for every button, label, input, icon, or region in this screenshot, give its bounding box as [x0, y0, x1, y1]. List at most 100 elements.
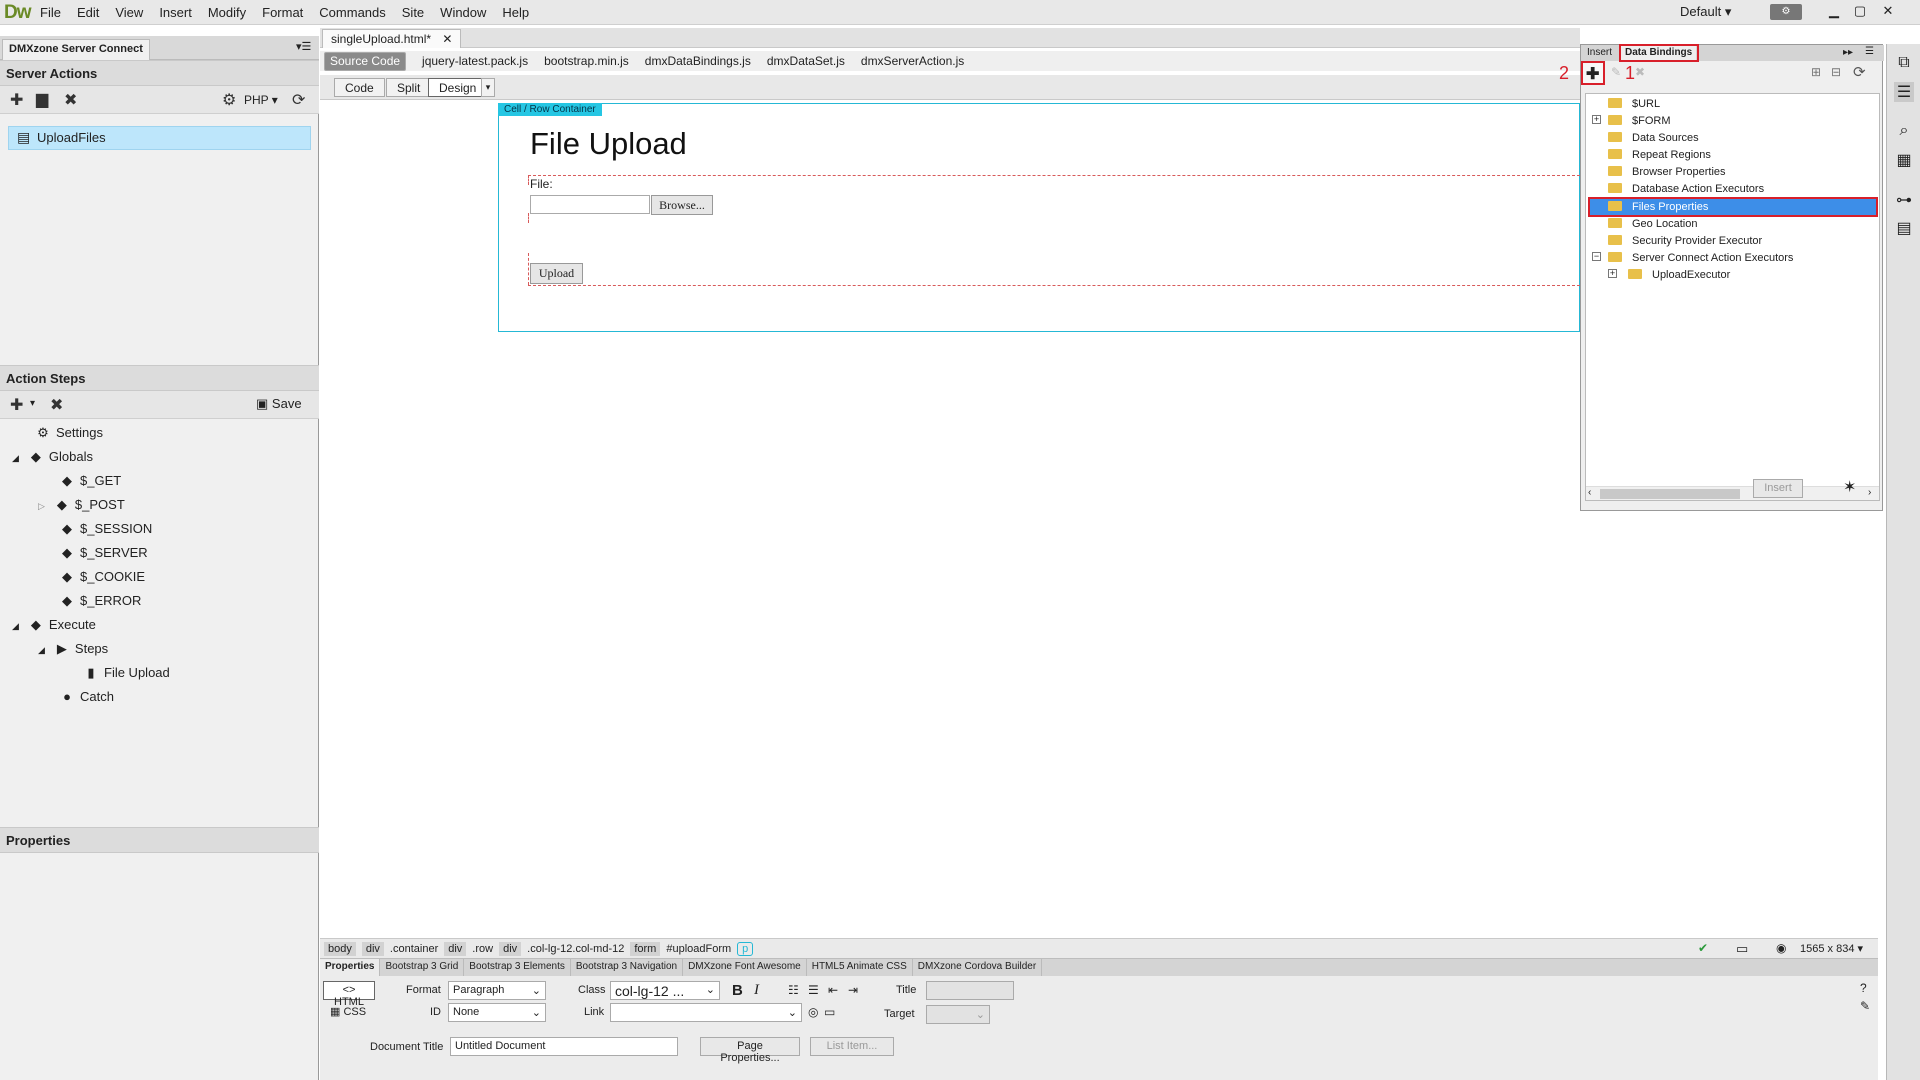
- tag-col[interactable]: .col-lg-12.col-md-12: [527, 943, 624, 955]
- tree-node-steps[interactable]: ◢ ▶ Steps: [38, 638, 108, 660]
- tab-bootstrap-navigation[interactable]: Bootstrap 3 Navigation: [571, 959, 684, 976]
- add-binding-button[interactable]: ✚: [1581, 61, 1605, 85]
- html-mode-button[interactable]: <> HTML: [323, 981, 375, 1008]
- expand-all-icon[interactable]: ⊞: [1811, 65, 1821, 79]
- binding-url[interactable]: $URL: [1608, 96, 1660, 112]
- css-mode-button[interactable]: ▦ CSS: [330, 1005, 366, 1018]
- site-map-icon[interactable]: ⊶: [1894, 190, 1914, 210]
- expand-icon[interactable]: ◢: [12, 621, 19, 631]
- binding-files-properties[interactable]: Files Properties: [1608, 199, 1708, 215]
- tab-font-awesome[interactable]: DMXzone Font Awesome: [683, 959, 807, 976]
- menu-edit[interactable]: Edit: [77, 5, 99, 20]
- upload-button[interactable]: Upload: [530, 263, 583, 284]
- tree-node-error[interactable]: ◆ $_ERROR: [58, 590, 141, 612]
- binding-data-sources[interactable]: Data Sources: [1608, 130, 1699, 146]
- document-title-input[interactable]: Untitled Document: [450, 1037, 678, 1056]
- close-window-button[interactable]: ✕: [1874, 3, 1902, 21]
- list-item-button[interactable]: List Item...: [810, 1037, 894, 1056]
- magic-wand-icon[interactable]: ✶: [1843, 477, 1856, 497]
- tree-node-catch[interactable]: ● Catch: [58, 686, 114, 708]
- tree-node-session[interactable]: ◆ $_SESSION: [58, 518, 152, 540]
- tree-node-execute[interactable]: ◢ ◆ Execute: [12, 614, 96, 636]
- tag-div[interactable]: div: [499, 941, 522, 956]
- window-size-select[interactable]: 1565 x 834 ▾: [1800, 942, 1863, 955]
- edit-binding-icon[interactable]: ✎: [1611, 65, 1621, 79]
- screen-size-icon[interactable]: ▭: [1736, 941, 1748, 957]
- page-heading[interactable]: File Upload: [530, 126, 687, 162]
- add-step-icon[interactable]: ✚: [10, 395, 23, 415]
- save-button[interactable]: ▣ Save: [256, 396, 302, 412]
- related-file-dmxdataset[interactable]: dmxDataSet.js: [767, 54, 845, 68]
- close-icon[interactable]: ✕: [442, 32, 452, 46]
- related-file-jquery[interactable]: jquery-latest.pack.js: [422, 54, 528, 68]
- panel-menu-icon[interactable]: ☰: [1865, 46, 1874, 57]
- snippets-icon[interactable]: ▤: [1894, 218, 1914, 238]
- binding-repeat-regions[interactable]: Repeat Regions: [1608, 147, 1711, 163]
- collapse-icon[interactable]: −: [1592, 252, 1601, 261]
- minimize-button[interactable]: ▁: [1820, 3, 1848, 21]
- tag-p[interactable]: p: [737, 941, 754, 956]
- tag-body[interactable]: body: [324, 941, 356, 956]
- browse-folder-icon[interactable]: ▭: [824, 1005, 835, 1019]
- italic-button[interactable]: I: [754, 982, 759, 999]
- ordered-list-icon[interactable]: ☰: [808, 983, 819, 997]
- tree-node-post[interactable]: ▷ ◆ $_POST: [38, 494, 125, 516]
- menu-insert[interactable]: Insert: [159, 5, 192, 20]
- binding-database-action-executors[interactable]: Database Action Executors: [1608, 181, 1764, 197]
- workspace-switcher[interactable]: Default ▾: [1680, 4, 1731, 20]
- expand-icon[interactable]: ◢: [38, 645, 45, 655]
- tag-container[interactable]: .container: [390, 943, 438, 955]
- menu-modify[interactable]: Modify: [208, 5, 246, 20]
- scroll-thumb[interactable]: [1600, 489, 1740, 499]
- remove-binding-icon[interactable]: ✖: [1635, 65, 1645, 79]
- related-file-bootstrap[interactable]: bootstrap.min.js: [544, 54, 629, 68]
- folder-icon[interactable]: ▆: [36, 89, 48, 109]
- row-container-label[interactable]: Cell / Row Container: [498, 103, 602, 116]
- tree-node-file-upload[interactable]: ▮ File Upload: [82, 662, 169, 684]
- tree-node-globals[interactable]: ◢ ◆ Globals: [12, 446, 93, 468]
- file-input[interactable]: [530, 195, 650, 214]
- link-input[interactable]: ⌄: [610, 1003, 802, 1022]
- browse-button[interactable]: Browse...: [651, 195, 713, 215]
- menu-format[interactable]: Format: [262, 5, 303, 20]
- tag-form[interactable]: form: [630, 941, 661, 956]
- search-icon[interactable]: ⌕: [1894, 122, 1914, 142]
- related-file-dmxdatabindings[interactable]: dmxDataBindings.js: [645, 54, 751, 68]
- maximize-button[interactable]: ▢: [1846, 3, 1874, 21]
- tree-node-server[interactable]: ◆ $_SERVER: [58, 542, 148, 564]
- binding-browser-properties[interactable]: Browser Properties: [1608, 164, 1726, 180]
- target-select[interactable]: ⌄: [926, 1005, 990, 1024]
- related-file-dmxserveraction[interactable]: dmxServerAction.js: [861, 54, 964, 68]
- menu-window[interactable]: Window: [440, 5, 486, 20]
- expand-icon[interactable]: +: [1608, 269, 1617, 278]
- collapse-all-icon[interactable]: ⊟: [1831, 65, 1841, 79]
- class-select[interactable]: col-lg-12 ... ⌄: [610, 981, 720, 1000]
- expand-icon[interactable]: +: [1592, 115, 1601, 124]
- page-properties-button[interactable]: Page Properties...: [700, 1037, 800, 1064]
- menu-site[interactable]: Site: [402, 5, 424, 20]
- tab-insert[interactable]: Insert: [1587, 47, 1612, 58]
- tree-node-cookie[interactable]: ◆ $_COOKIE: [58, 566, 145, 588]
- binding-upload-executor[interactable]: UploadExecutor: [1628, 267, 1730, 283]
- tree-node-get[interactable]: ◆ $_GET: [58, 470, 121, 492]
- menu-help[interactable]: Help: [502, 5, 529, 20]
- language-select[interactable]: PHP ▾: [244, 93, 278, 107]
- refresh-icon[interactable]: ⟳: [292, 90, 305, 110]
- server-action-item[interactable]: UploadFiles ▤: [8, 126, 311, 150]
- tab-cordova-builder[interactable]: DMXzone Cordova Builder: [913, 959, 1043, 976]
- refresh-icon[interactable]: ⟳: [1853, 63, 1866, 81]
- view-options-icon[interactable]: ▾: [481, 78, 495, 97]
- indent-icon[interactable]: ⇥: [848, 983, 858, 997]
- tab-properties[interactable]: Properties: [320, 959, 381, 976]
- binding-geo-location[interactable]: Geo Location: [1608, 216, 1697, 232]
- bold-button[interactable]: B: [732, 982, 743, 999]
- title-input[interactable]: [926, 981, 1014, 1000]
- delete-step-icon[interactable]: ✖: [50, 395, 63, 415]
- tree-node-settings[interactable]: ⚙ Settings: [34, 422, 103, 444]
- insert-binding-button[interactable]: Insert: [1753, 479, 1803, 498]
- add-icon[interactable]: ✚: [10, 90, 23, 110]
- insert-panel-icon[interactable]: ⧉: [1894, 54, 1914, 74]
- id-select[interactable]: None ⌄: [448, 1003, 546, 1022]
- tab-animate-css[interactable]: HTML5 Animate CSS: [807, 959, 913, 976]
- binding-server-connect-action-executors[interactable]: Server Connect Action Executors: [1608, 250, 1793, 266]
